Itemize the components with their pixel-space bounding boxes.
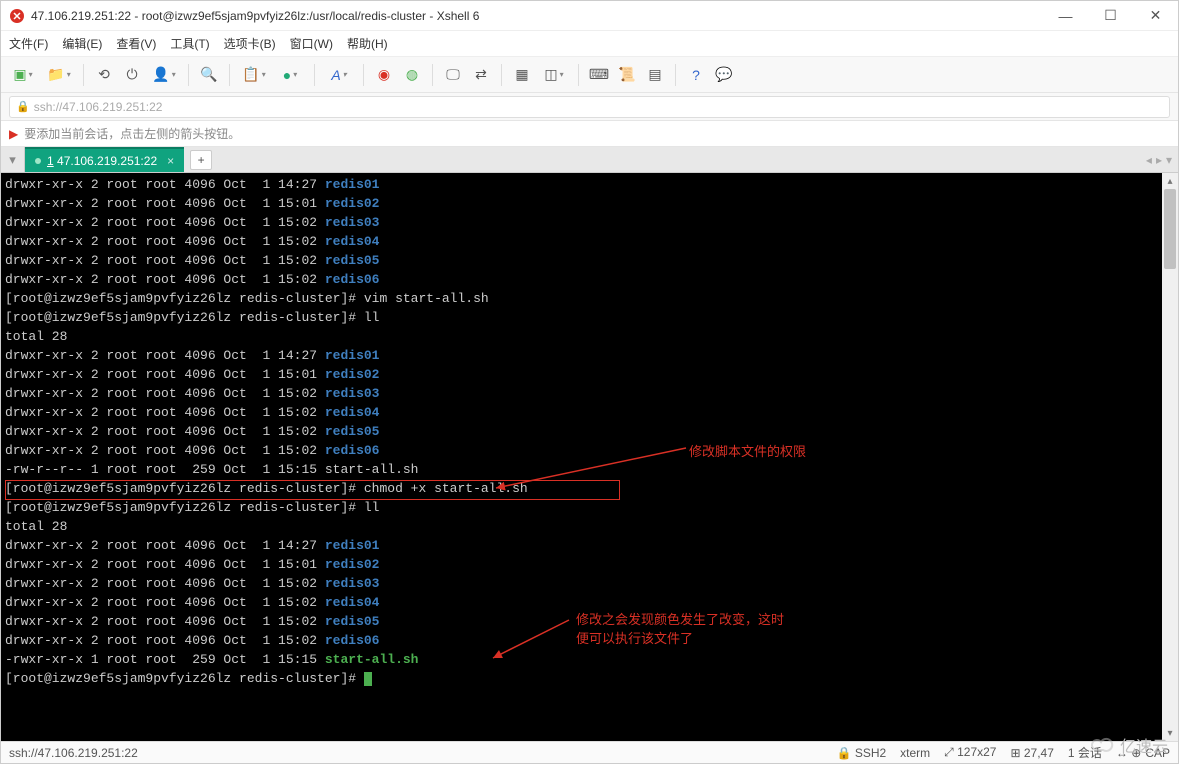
tab-close-icon[interactable]: × (167, 154, 174, 168)
titlebar: 47.106.219.251:22 - root@izwz9ef5sjam9pv… (1, 1, 1178, 31)
status-term: xterm (900, 746, 930, 760)
reconnect-icon[interactable]: ⟲ (94, 65, 114, 85)
hint-bar: ▶ 要添加当前会话，点击左侧的箭头按钮。 (1, 121, 1178, 147)
toolbar: ▣▾ 📁▾ ⟲ ⏻ 👤▾ 🔍 📋▾ ●▾ A▾ ◉ ◍ 🖵 ⇄ ▦ ◫▾ ⌨ 📜… (1, 57, 1178, 93)
screen-icon[interactable]: 🖵 (443, 65, 463, 85)
menu-tools[interactable]: 工具(T) (170, 35, 209, 52)
xagent-icon[interactable]: ◉ (374, 65, 394, 85)
watermark: 亿速云 (1090, 733, 1168, 757)
address-bar: 🔒 ssh://47.106.219.251:22 (1, 93, 1178, 121)
keyboard-icon[interactable]: ⌨ (589, 65, 609, 85)
help-icon[interactable]: ? (686, 65, 706, 85)
address-text: ssh://47.106.219.251:22 (34, 100, 163, 114)
layout1-icon[interactable]: ▦ (512, 65, 532, 85)
menu-tabs[interactable]: 选项卡(B) (224, 35, 276, 52)
scroll-up-icon[interactable]: ▴ (1162, 173, 1178, 189)
status-bar: ssh://47.106.219.251:22 🔒 SSH2 xterm ⤢ 1… (1, 741, 1178, 763)
lock-icon: 🔒 (16, 100, 30, 113)
minimize-button[interactable]: ― (1043, 1, 1088, 31)
hint-text: 要添加当前会话，点击左侧的箭头按钮。 (24, 125, 240, 142)
script-icon[interactable]: 📜 (617, 65, 637, 85)
tab-list-button[interactable]: ▾ (1, 147, 25, 172)
menu-file[interactable]: 文件(F) (9, 35, 48, 52)
menu-view[interactable]: 查看(V) (116, 35, 156, 52)
copy-icon[interactable]: 📋▾ (240, 65, 268, 85)
profile-icon[interactable]: 👤▾ (150, 65, 178, 85)
menu-window[interactable]: 窗口(W) (290, 35, 333, 52)
new-session-button[interactable]: ▣▾ (9, 65, 37, 85)
tab-menu-icon[interactable]: ▾ (1166, 153, 1172, 167)
disconnect-icon[interactable]: ⏻ (122, 65, 142, 85)
feedback-icon[interactable]: 💬 (714, 65, 734, 85)
scrollbar[interactable]: ▴ ▾ (1162, 173, 1178, 741)
font-icon[interactable]: A▾ (325, 65, 353, 85)
lock-icon: 🔒 (837, 746, 852, 760)
menu-help[interactable]: 帮助(H) (347, 35, 388, 52)
scroll-thumb[interactable] (1164, 189, 1176, 269)
open-session-button[interactable]: 📁▾ (45, 65, 73, 85)
status-size: ⤢ 127x27 (944, 745, 996, 760)
tile-icon[interactable]: ▤ (645, 65, 665, 85)
tab-prev-icon[interactable]: ◂ (1146, 153, 1152, 167)
status-address: ssh://47.106.219.251:22 (9, 746, 138, 760)
flag-icon: ▶ (9, 127, 18, 141)
menu-edit[interactable]: 编辑(E) (62, 35, 102, 52)
xftp-icon[interactable]: ◍ (402, 65, 422, 85)
window-title: 47.106.219.251:22 - root@izwz9ef5sjam9pv… (31, 9, 1043, 23)
transfer-icon[interactable]: ⇄ (471, 65, 491, 85)
find-icon[interactable]: 🔍 (199, 65, 219, 85)
close-button[interactable]: ✕ (1133, 1, 1178, 31)
status-pos: ⊞ 27,47 (1010, 746, 1053, 760)
maximize-button[interactable]: ☐ (1088, 1, 1133, 31)
session-tab[interactable]: 1 47.106.219.251:22 × (25, 147, 184, 172)
highlight-icon[interactable]: ●▾ (276, 65, 304, 85)
new-tab-button[interactable]: + (190, 150, 212, 170)
terminal[interactable]: drwxr-xr-x 2 root root 4096 Oct 1 14:27 … (1, 173, 1162, 741)
status-dot-icon (35, 158, 41, 164)
menubar: 文件(F) 编辑(E) 查看(V) 工具(T) 选项卡(B) 窗口(W) 帮助(… (1, 31, 1178, 57)
tab-next-icon[interactable]: ▸ (1156, 153, 1162, 167)
status-ssh: 🔒 SSH2 (837, 746, 887, 760)
tab-strip: ▾ 1 47.106.219.251:22 × + ◂ ▸ ▾ (1, 147, 1178, 173)
layout2-icon[interactable]: ◫▾ (540, 65, 568, 85)
app-icon (9, 8, 25, 24)
tab-label: 1 47.106.219.251:22 (47, 154, 157, 168)
address-input[interactable]: 🔒 ssh://47.106.219.251:22 (9, 96, 1170, 118)
